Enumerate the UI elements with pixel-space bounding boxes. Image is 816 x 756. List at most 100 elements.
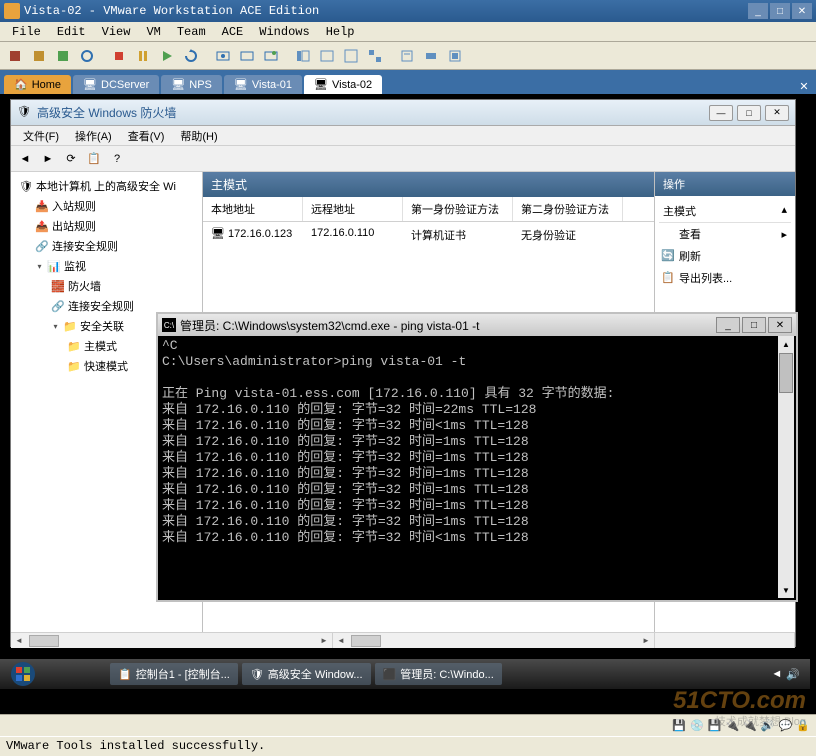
back-icon[interactable]: ◄	[15, 149, 35, 169]
cmd-output[interactable]: ^C C:\Users\administrator>ping vista-01 …	[158, 336, 796, 596]
close-button[interactable]: ✕	[792, 3, 812, 19]
minimize-button[interactable]: _	[748, 3, 768, 19]
cmd-close-button[interactable]: ✕	[768, 317, 792, 333]
hdd-icon[interactable]: 💾	[672, 719, 686, 732]
summary-icon[interactable]	[396, 45, 418, 67]
tree-root[interactable]: 🛡本地计算机 上的高级安全 Wi	[15, 176, 198, 196]
suspend-icon[interactable]	[28, 45, 50, 67]
action-export[interactable]: 📋导出列表...	[659, 267, 791, 289]
scroll-thumb[interactable]	[29, 635, 59, 647]
tree-outbound[interactable]: 📤出站规则	[15, 216, 198, 236]
scroll-right-icon[interactable]: ►	[316, 636, 332, 645]
mmc-menu-view[interactable]: 查看(V)	[120, 126, 173, 146]
tab-vista02[interactable]: 🖥Vista-02	[304, 75, 382, 94]
menu-file[interactable]: File	[4, 23, 49, 41]
play-icon[interactable]	[156, 45, 178, 67]
mmc-minimize-button[interactable]: —	[709, 105, 733, 121]
mmc-menu-help[interactable]: 帮助(H)	[172, 126, 225, 146]
mmc-menu-file[interactable]: 文件(F)	[15, 126, 67, 146]
menu-team[interactable]: Team	[169, 23, 214, 41]
mmc-menu-action[interactable]: 操作(A)	[67, 126, 120, 146]
fullscreen-icon[interactable]	[340, 45, 362, 67]
tray-icon[interactable]: ◄	[771, 668, 782, 680]
cmd-minimize-button[interactable]: _	[716, 317, 740, 333]
task-console[interactable]: 📋控制台1 - [控制台...	[110, 663, 238, 685]
collapse-icon[interactable]: ▾	[35, 262, 44, 271]
revert-icon[interactable]	[236, 45, 258, 67]
tab-close-button[interactable]: ✕	[796, 78, 812, 94]
restart-icon[interactable]	[180, 45, 202, 67]
task-firewall[interactable]: 🛡高级安全 Window...	[242, 663, 371, 685]
tree-conn-rules[interactable]: 🔗连接安全规则	[15, 236, 198, 256]
scroll-thumb[interactable]	[779, 353, 793, 393]
menu-view[interactable]: View	[94, 23, 139, 41]
scroll-left-icon[interactable]: ◄	[11, 636, 27, 645]
col-auth2[interactable]: 第二身份验证方法	[513, 197, 623, 221]
pause-icon[interactable]	[132, 45, 154, 67]
stop-icon[interactable]	[108, 45, 130, 67]
menu-edit[interactable]: Edit	[49, 23, 94, 41]
tab-home[interactable]: 🏠Home	[4, 75, 71, 94]
action-view[interactable]: 查看 ▸	[659, 223, 791, 245]
maximize-button[interactable]: □	[770, 3, 790, 19]
cmd-title: 管理员: C:\Windows\system32\cmd.exe - ping …	[180, 317, 716, 334]
help-icon[interactable]: ?	[107, 149, 127, 169]
cmd-scrollbar[interactable]: ▲ ▼	[778, 336, 794, 598]
snapshot-icon[interactable]	[212, 45, 234, 67]
tab-nps[interactable]: 🖥NPS	[161, 75, 222, 94]
menu-windows[interactable]: Windows	[251, 23, 317, 41]
refresh-icon[interactable]: ⟳	[61, 149, 81, 169]
menu-ace[interactable]: ACE	[214, 23, 252, 41]
collapse-icon[interactable]: ▾	[51, 322, 60, 331]
scroll-up-icon[interactable]: ▲	[778, 336, 794, 352]
tree-firewall[interactable]: 🧱防火墙	[15, 276, 198, 296]
task-cmd[interactable]: ⬛管理员: C:\Windo...	[375, 663, 502, 685]
action-refresh[interactable]: 🔄刷新	[659, 245, 791, 267]
forward-icon[interactable]: ►	[38, 149, 58, 169]
sidebar-icon[interactable]	[292, 45, 314, 67]
lock-icon[interactable]: 🔒	[796, 719, 810, 732]
col-remote[interactable]: 远程地址	[303, 197, 403, 221]
system-tray[interactable]: ◄🔊	[771, 668, 806, 681]
network-icon[interactable]: 🔊	[786, 668, 800, 681]
unity-icon[interactable]	[444, 45, 466, 67]
sound-icon[interactable]: 🔊	[761, 719, 775, 732]
menu-vm[interactable]: VM	[138, 23, 168, 41]
tree-monitor[interactable]: ▾📊监视	[15, 256, 198, 276]
guest-area: 🛡 高级安全 Windows 防火墙 — □ ✕ 文件(F) 操作(A) 查看(…	[0, 94, 816, 714]
scroll-right-icon[interactable]: ►	[638, 636, 654, 645]
manage-icon[interactable]	[260, 45, 282, 67]
tab-dcserver[interactable]: 🖥DCServer	[73, 75, 159, 94]
net-icon[interactable]: 🔌	[725, 719, 739, 732]
appliance-icon[interactable]	[420, 45, 442, 67]
col-auth1[interactable]: 第一身份验证方法	[403, 197, 513, 221]
usb-icon[interactable]: 🔌	[743, 719, 757, 732]
floppy-icon[interactable]: 💾	[708, 719, 722, 732]
tab-vista01[interactable]: 🖥Vista-01	[224, 75, 302, 94]
cmd-icon: ⬛	[383, 668, 397, 681]
msg-icon[interactable]: 💬	[779, 719, 793, 732]
col-local[interactable]: 本地地址	[203, 197, 303, 221]
reset-icon[interactable]	[76, 45, 98, 67]
table-row[interactable]: 🖥 172.16.0.123 172.16.0.110 计算机证书 无身份验证	[203, 222, 654, 248]
console-icon[interactable]	[316, 45, 338, 67]
vmware-status: VMware Tools installed successfully.	[0, 736, 816, 756]
conn-icon: 🔗	[35, 239, 49, 253]
quickswitch-icon[interactable]	[364, 45, 386, 67]
scroll-down-icon[interactable]: ▼	[778, 582, 794, 598]
chevron-up-icon[interactable]: ▴	[781, 203, 787, 216]
cmd-titlebar[interactable]: C:\ 管理员: C:\Windows\system32\cmd.exe - p…	[158, 314, 796, 336]
cmd-maximize-button[interactable]: □	[742, 317, 766, 333]
poweroff-icon[interactable]	[4, 45, 26, 67]
menu-help[interactable]: Help	[318, 23, 363, 41]
start-button[interactable]	[4, 660, 42, 688]
cd-icon[interactable]: 💿	[690, 719, 704, 732]
export-icon[interactable]: 📋	[84, 149, 104, 169]
scroll-left-icon[interactable]: ◄	[333, 636, 349, 645]
scroll-thumb[interactable]	[351, 635, 381, 647]
mmc-close-button[interactable]: ✕	[765, 105, 789, 121]
poweron-icon[interactable]	[52, 45, 74, 67]
mmc-maximize-button[interactable]: □	[737, 105, 761, 121]
firewall-titlebar[interactable]: 🛡 高级安全 Windows 防火墙 — □ ✕	[11, 100, 795, 126]
tree-inbound[interactable]: 📥入站规则	[15, 196, 198, 216]
